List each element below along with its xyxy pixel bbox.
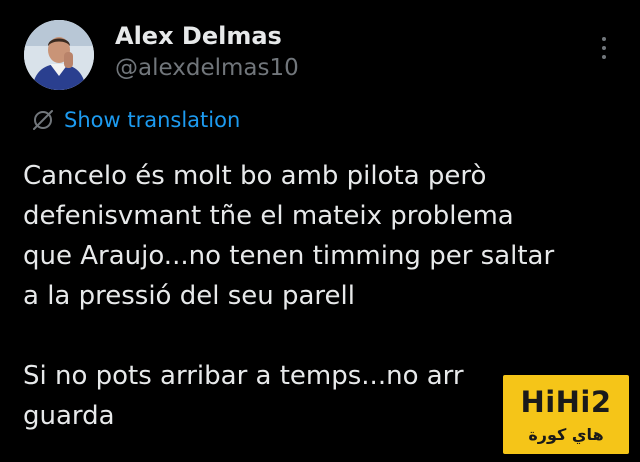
show-translation-label: Show translation <box>64 108 241 132</box>
tweet-line: a la pressió del seu parell <box>23 281 355 311</box>
show-translation-link[interactable]: Show translation <box>30 104 240 136</box>
tweet-line: Cancelo és molt bo amb pilota però <box>23 161 487 191</box>
watermark-logo: HiHi2 هاي كورة <box>503 375 629 454</box>
vertical-ellipsis-icon-dot <box>602 55 606 59</box>
more-options-button[interactable] <box>592 32 616 64</box>
tweet-line: que Araujo...no tenen timming per saltar <box>23 241 555 271</box>
author-handle[interactable]: @alexdelmas10 <box>115 55 299 81</box>
author-display-name[interactable]: Alex Delmas <box>115 22 282 50</box>
tweet-view: Alex Delmas @alexdelmas10 Show translati… <box>0 0 640 462</box>
vertical-ellipsis-icon-dot <box>602 46 606 50</box>
watermark-brand: HiHi2 <box>520 385 612 419</box>
avatar[interactable] <box>24 20 94 90</box>
tweet-line: defenisvmant tñe el mateix problema <box>23 201 514 231</box>
vertical-ellipsis-icon <box>602 37 606 41</box>
globe-slash-icon <box>33 110 53 130</box>
watermark-subtitle: هاي كورة <box>528 425 604 444</box>
